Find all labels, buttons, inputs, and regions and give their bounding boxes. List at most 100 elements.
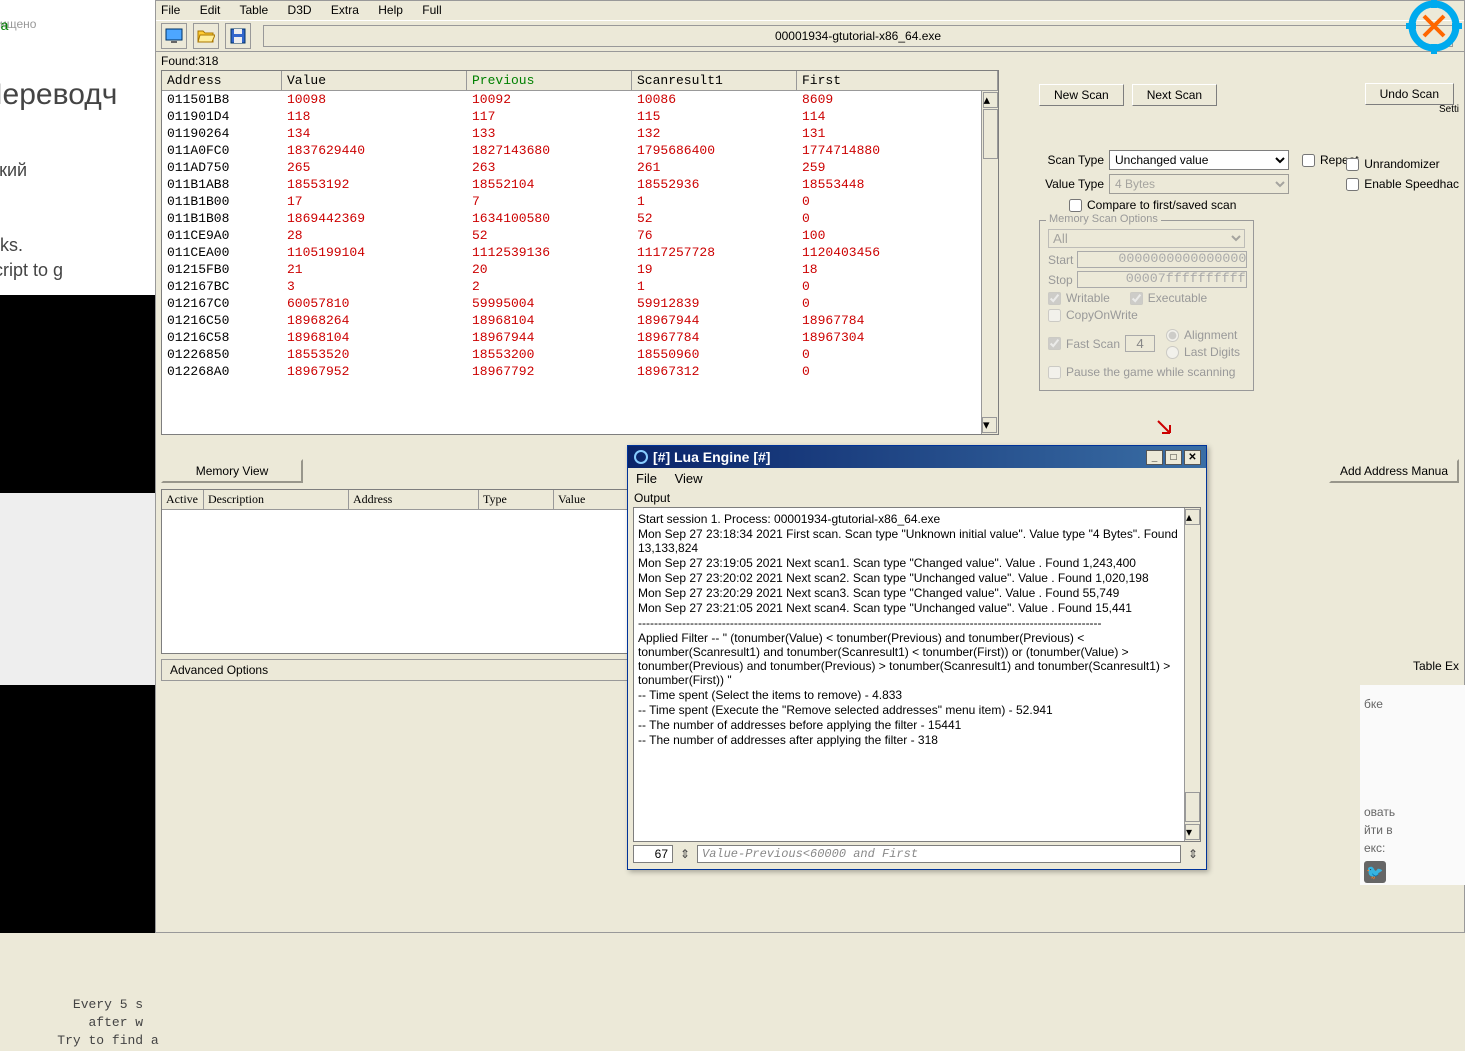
table-row[interactable]: 011CE9A0285276100 [162,227,998,244]
executable-checkbox [1130,292,1143,305]
addr-col-active[interactable]: Active [162,490,204,509]
value-type-select[interactable]: 4 Bytes [1109,174,1289,194]
start-input [1077,251,1247,268]
minimize-button[interactable]: _ [1146,450,1163,465]
column-scanresult1[interactable]: Scanresult1 [632,71,797,90]
lua-line-number[interactable] [633,845,673,863]
advanced-options-button[interactable]: Advanced Options [161,659,629,681]
menu-extra[interactable]: Extra [331,3,359,17]
stop-label: Stop [1048,273,1073,287]
next-scan-button[interactable]: Next Scan [1132,84,1217,106]
table-row[interactable]: 012268A01896795218967792189673120 [162,363,998,380]
menu-full[interactable]: Full [422,3,441,17]
lua-output-line: Mon Sep 27 23:20:02 2021 Next scan2. Sca… [638,571,1196,585]
fast-scan-checkbox [1048,337,1061,350]
floppy-icon [229,27,247,45]
maximize-button[interactable]: □ [1165,450,1182,465]
scroll-up-icon[interactable]: ▴ [1185,509,1200,525]
column-address[interactable]: Address [162,71,282,90]
table-row[interactable]: 011B1B0017710 [162,193,998,210]
table-row[interactable]: 011AD750265263261259 [162,159,998,176]
lua-expression-input[interactable] [697,845,1181,863]
new-scan-button[interactable]: New Scan [1039,84,1124,106]
process-name-display[interactable]: 00001934-gtutorial-x86_64.exe [263,25,1453,47]
lua-menu-file[interactable]: File [636,471,657,486]
table-row[interactable]: 012268501855352018553200185509600 [162,346,998,363]
scan-options-panel: New Scan Next Scan Undo Scan Setti Scan … [1029,59,1464,401]
addr-col-type[interactable]: Type [479,490,554,509]
results-scrollbar[interactable]: ▴ ▾ [981,91,998,434]
updown-icon[interactable]: ⇕ [677,846,693,862]
lua-output-area[interactable]: Start session 1. Process: 00001934-gtuto… [633,507,1201,842]
lua-menu-view[interactable]: View [675,471,703,486]
close-button[interactable]: ✕ [1184,450,1201,465]
add-to-list-arrow-icon[interactable] [1156,419,1174,437]
bg-url: https://tra [0,17,150,33]
scan-type-select[interactable]: Unchanged value [1109,150,1289,170]
addr-col-value[interactable]: Value [554,490,628,509]
twitter-icon[interactable]: 🐦 [1364,861,1386,883]
scroll-down-icon[interactable]: ▾ [1185,824,1200,840]
menu-help[interactable]: Help [378,3,403,17]
updown-icon[interactable]: ⇕ [1185,846,1201,862]
scan-type-label: Scan Type [1039,153,1104,167]
table-row[interactable]: 011501B81009810092100868609 [162,91,998,108]
open-folder-button[interactable] [193,23,219,49]
scan-results-table[interactable]: Address Value Previous Scanresult1 First… [161,70,999,435]
scroll-down-icon[interactable]: ▾ [982,417,997,433]
cheat-engine-logo-icon[interactable] [1404,0,1464,56]
select-process-button[interactable] [161,23,187,49]
menu-file[interactable]: File [161,3,180,17]
lua-titlebar[interactable]: [#] Lua Engine [#] _ □ ✕ [628,446,1206,468]
lua-menubar: File View [628,468,1206,489]
table-row[interactable]: 01190264134133132131 [162,125,998,142]
table-row[interactable]: 012167C06005781059995004599128390 [162,295,998,312]
table-row[interactable]: 012167BC3210 [162,278,998,295]
scroll-up-icon[interactable]: ▴ [983,92,998,108]
menubar: File Edit Table D3D Extra Help Full [156,1,1464,20]
bg-lang: ийский [0,160,27,181]
mem-opts-select: All [1048,229,1245,248]
lua-output-line: Applied Filter -- " (tonumber(Value) < t… [638,631,1196,687]
column-value[interactable]: Value [282,71,467,90]
lua-output-line: ----------------------------------------… [638,616,1196,630]
lua-scrollbar[interactable]: ▴ ▾ [1184,508,1200,841]
column-previous[interactable]: Previous [467,71,632,90]
speedhack-checkbox[interactable] [1346,178,1359,191]
menu-edit[interactable]: Edit [200,3,221,17]
scroll-thumb[interactable] [1185,792,1200,822]
scroll-thumb[interactable] [983,109,998,159]
value-type-label: Value Type [1039,177,1104,191]
column-first[interactable]: First [797,71,998,90]
menu-d3d[interactable]: D3D [288,3,312,17]
table-row[interactable]: 01216C5818968104189679441896778418967304 [162,329,998,346]
addr-col-desc[interactable]: Description [204,490,349,509]
table-row[interactable]: 011901D4118117115114 [162,108,998,125]
compare-first-checkbox[interactable] [1069,199,1082,212]
settings-link[interactable]: Setti [1439,104,1459,115]
table-row[interactable]: 011A0FC018376294401827143680179568640017… [162,142,998,159]
table-row[interactable]: 011B1AB818553192185521041855293618553448 [162,176,998,193]
writable-checkbox [1048,292,1061,305]
add-address-button[interactable]: Add Address Manua [1329,459,1459,483]
memory-view-button[interactable]: Memory View [161,459,303,483]
folder-open-icon [197,27,215,45]
table-row[interactable]: 01216C5018968264189681041896794418967784 [162,312,998,329]
toolbar: 00001934-gtutorial-x86_64.exe [156,20,1464,52]
unrandomizer-checkbox[interactable] [1346,158,1359,171]
table-row[interactable]: 01215FB021201918 [162,261,998,278]
addr-col-address[interactable]: Address [349,490,479,509]
repeat-checkbox[interactable] [1302,154,1315,167]
address-list-table[interactable]: Active Description Address Type Value [161,489,629,654]
table-row[interactable]: 011B1B0818694423691634100580520 [162,210,998,227]
lua-icon [633,449,649,465]
lua-output-line: -- The number of addresses before applyi… [638,718,1196,732]
undo-scan-button[interactable]: Undo Scan [1365,83,1454,105]
lua-output-line: -- Time spent (Execute the "Remove selec… [638,703,1196,717]
table-row[interactable]: 011CEA0011051991041112539136111725772811… [162,244,998,261]
lua-output-line: Mon Sep 27 23:21:05 2021 Next scan4. Sca… [638,601,1196,615]
menu-table[interactable]: Table [240,3,269,17]
lua-output-label: Output [628,489,1206,507]
table-extras-label[interactable]: Table Ex [1413,659,1459,673]
save-button[interactable] [225,23,251,49]
